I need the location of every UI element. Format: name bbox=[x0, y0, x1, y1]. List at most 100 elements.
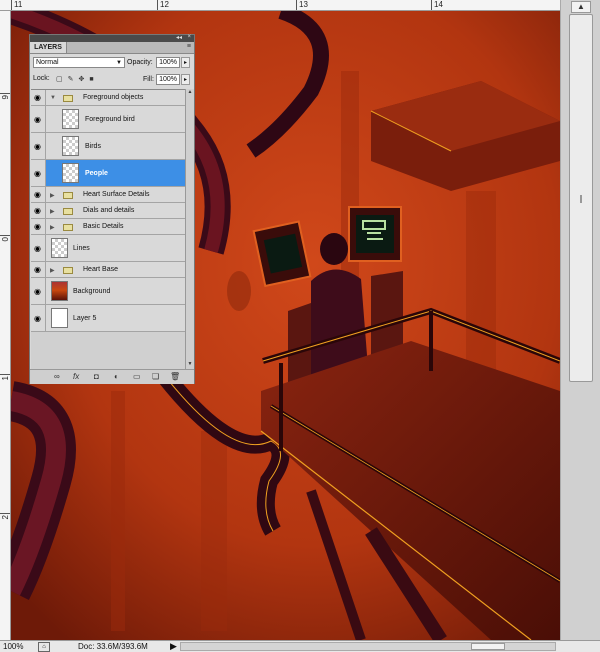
panel-tabbar: LAYERS ≡ bbox=[30, 42, 194, 54]
visibility-eye-icon[interactable]: ◉ bbox=[31, 219, 46, 234]
ruler-tick bbox=[157, 0, 158, 10]
folder-icon bbox=[63, 95, 73, 102]
scroll-up-icon[interactable]: ▲ bbox=[571, 1, 591, 13]
vertical-scrollbar[interactable]: ▲ bbox=[560, 0, 600, 640]
lock-all-icon[interactable]: ■ bbox=[89, 76, 98, 83]
opacity-slider-icon[interactable]: ▸ bbox=[181, 57, 190, 68]
ruler-label: 2 bbox=[1, 515, 10, 520]
folder-icon bbox=[63, 224, 73, 231]
lock-paint-icon[interactable]: ✎ bbox=[68, 76, 79, 83]
layer-name: Foreground bird bbox=[85, 116, 135, 123]
close-icon[interactable]: × bbox=[187, 34, 191, 40]
lock-label: Lock: bbox=[33, 75, 50, 82]
layer-thumbnail bbox=[62, 163, 79, 183]
layer-thumbnail bbox=[51, 238, 68, 258]
chevron-down-icon: ▼ bbox=[116, 60, 122, 66]
layer-list[interactable]: ◉ ▼ Foreground objects ◉ Foreground bird… bbox=[31, 89, 185, 370]
ruler-tick bbox=[0, 235, 10, 236]
layer-name: Foreground objects bbox=[83, 94, 144, 101]
layer-name: Heart Surface Details bbox=[83, 191, 150, 198]
tab-layers[interactable]: LAYERS bbox=[30, 42, 67, 53]
link-icon[interactable]: ∞ bbox=[54, 372, 60, 382]
grip-icon bbox=[580, 195, 582, 203]
document-size: Doc: 33.6M/393.6M bbox=[78, 642, 148, 651]
scroll-thumb[interactable] bbox=[471, 643, 505, 650]
visibility-eye-icon[interactable]: ◉ bbox=[31, 106, 46, 132]
visibility-eye-icon[interactable]: ◉ bbox=[31, 235, 46, 261]
visibility-eye-icon[interactable]: ◉ bbox=[31, 187, 46, 202]
status-menu-icon[interactable]: ▶ bbox=[170, 641, 177, 652]
ruler-tick bbox=[0, 374, 10, 375]
visibility-eye-icon[interactable]: ◉ bbox=[31, 262, 46, 277]
ruler-label: 1 bbox=[1, 376, 10, 381]
opacity-label: Opacity: bbox=[127, 59, 153, 66]
layer-thumbnail bbox=[51, 308, 68, 328]
visibility-eye-icon[interactable]: ◉ bbox=[31, 305, 46, 331]
layer-row-layer-5[interactable]: ◉ Layer 5 bbox=[31, 305, 185, 332]
layer-row-dials-and-details[interactable]: ◉ ▶ Dials and details bbox=[31, 203, 185, 219]
adjustment-icon[interactable]: ◐ bbox=[114, 372, 119, 382]
ruler-label: 9 bbox=[1, 95, 10, 100]
ruler-tick bbox=[11, 0, 12, 10]
visibility-eye-icon[interactable]: ◉ bbox=[31, 133, 46, 159]
ruler-label: 14 bbox=[434, 0, 443, 9]
folder-icon bbox=[63, 267, 73, 274]
layer-name: Basic Details bbox=[83, 223, 124, 230]
layer-name: Dials and details bbox=[83, 207, 135, 214]
layer-row-birds[interactable]: ◉ Birds bbox=[31, 133, 185, 160]
horizontal-ruler: 11 12 13 14 15 bbox=[0, 0, 600, 11]
fx-icon[interactable]: fx bbox=[73, 372, 79, 382]
visibility-eye-icon[interactable]: ◉ bbox=[31, 278, 46, 304]
disclosure-triangle-icon[interactable]: ▶ bbox=[50, 224, 55, 231]
layer-row-basic-details[interactable]: ◉ ▶ Basic Details bbox=[31, 219, 185, 235]
folder-icon bbox=[63, 192, 73, 199]
lock-move-icon[interactable]: ✥ bbox=[79, 76, 90, 83]
layer-thumbnail bbox=[62, 109, 79, 129]
panel-footer: ∞ fx ◘ ◐ ▭ ❏ 🗑 bbox=[30, 369, 194, 384]
ruler-tick bbox=[296, 0, 297, 10]
lock-transparent-icon[interactable]: ▢ bbox=[56, 76, 68, 83]
folder-icon bbox=[63, 208, 73, 215]
scroll-up-icon[interactable]: ▲ bbox=[186, 89, 194, 97]
layer-row-heart-base[interactable]: ◉ ▶ Heart Base bbox=[31, 262, 185, 278]
navigator-icon[interactable]: ⌂ bbox=[38, 642, 50, 652]
layer-row-heart-surface-details[interactable]: ◉ ▶ Heart Surface Details bbox=[31, 187, 185, 203]
visibility-eye-icon[interactable]: ◉ bbox=[31, 160, 46, 186]
ruler-tick bbox=[0, 513, 10, 514]
mask-icon[interactable]: ◘ bbox=[94, 372, 99, 382]
layer-row-people[interactable]: ◉ People bbox=[31, 160, 185, 187]
layer-name: People bbox=[85, 170, 108, 177]
new-layer-icon[interactable]: ❏ bbox=[152, 372, 159, 382]
horizontal-scrollbar[interactable] bbox=[180, 642, 556, 651]
ruler-label: 0 bbox=[1, 237, 10, 242]
disclosure-triangle-icon[interactable]: ▶ bbox=[50, 208, 55, 215]
zoom-level[interactable]: 100% bbox=[3, 642, 23, 651]
scroll-down-icon[interactable]: ▼ bbox=[186, 361, 194, 369]
layer-row-background[interactable]: ◉ Background bbox=[31, 278, 185, 305]
panel-menu-icon[interactable]: ≡ bbox=[187, 43, 191, 50]
disclosure-triangle-icon[interactable]: ▼ bbox=[50, 95, 56, 101]
trash-icon[interactable]: 🗑 bbox=[170, 372, 180, 382]
opacity-field[interactable]: 100% bbox=[156, 57, 180, 68]
blend-mode-select[interactable]: Normal ▼ bbox=[33, 57, 125, 68]
layer-row-lines[interactable]: ◉ Lines bbox=[31, 235, 185, 262]
fill-field[interactable]: 100% bbox=[156, 74, 180, 85]
collapse-icon[interactable]: ◂◂ bbox=[176, 34, 182, 41]
layer-row-foreground-objects[interactable]: ◉ ▼ Foreground objects bbox=[31, 90, 185, 106]
layer-thumbnail bbox=[62, 136, 79, 156]
fill-slider-icon[interactable]: ▸ bbox=[181, 74, 190, 85]
folder-icon[interactable]: ▭ bbox=[133, 372, 141, 382]
layer-name: Layer 5 bbox=[73, 315, 97, 322]
layer-row-foreground-bird[interactable]: ◉ Foreground bird bbox=[31, 106, 185, 133]
visibility-eye-icon[interactable]: ◉ bbox=[31, 203, 46, 218]
scroll-thumb[interactable] bbox=[569, 14, 593, 382]
disclosure-triangle-icon[interactable]: ▶ bbox=[50, 267, 55, 274]
blend-mode-value: Normal bbox=[36, 59, 59, 66]
ruler-label: 13 bbox=[299, 0, 308, 9]
ruler-label: 11 bbox=[14, 0, 23, 9]
layers-panel[interactable]: ◂◂ × LAYERS ≡ Normal ▼ Opacity: 100% ▸ L… bbox=[29, 34, 195, 384]
layer-list-scrollbar[interactable]: ▲ ▼ bbox=[185, 89, 194, 369]
panel-titlebar[interactable]: ◂◂ × bbox=[30, 34, 194, 42]
visibility-eye-icon[interactable]: ◉ bbox=[31, 90, 46, 105]
disclosure-triangle-icon[interactable]: ▶ bbox=[50, 192, 55, 199]
